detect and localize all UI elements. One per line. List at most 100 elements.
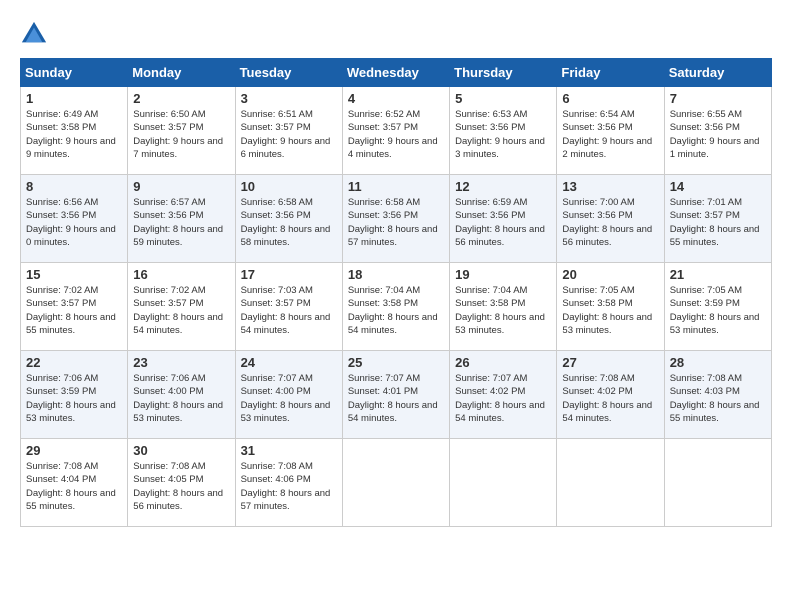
calendar-day-cell: 17 Sunrise: 7:03 AM Sunset: 3:57 PM Dayl…: [235, 263, 342, 351]
day-info: Sunrise: 7:02 AM Sunset: 3:57 PM Dayligh…: [133, 284, 229, 337]
calendar-day-cell: 24 Sunrise: 7:07 AM Sunset: 4:00 PM Dayl…: [235, 351, 342, 439]
day-number: 14: [670, 179, 766, 194]
weekday-header: Wednesday: [342, 59, 449, 87]
calendar-day-cell: 15 Sunrise: 7:02 AM Sunset: 3:57 PM Dayl…: [21, 263, 128, 351]
day-info: Sunrise: 6:52 AM Sunset: 3:57 PM Dayligh…: [348, 108, 444, 161]
day-number: 27: [562, 355, 658, 370]
day-info: Sunrise: 6:57 AM Sunset: 3:56 PM Dayligh…: [133, 196, 229, 249]
day-number: 31: [241, 443, 337, 458]
day-number: 3: [241, 91, 337, 106]
day-number: 30: [133, 443, 229, 458]
day-number: 6: [562, 91, 658, 106]
weekday-header: Monday: [128, 59, 235, 87]
day-info: Sunrise: 6:55 AM Sunset: 3:56 PM Dayligh…: [670, 108, 766, 161]
weekday-header: Tuesday: [235, 59, 342, 87]
calendar-week-row: 8 Sunrise: 6:56 AM Sunset: 3:56 PM Dayli…: [21, 175, 772, 263]
calendar-day-cell: [664, 439, 771, 527]
calendar-day-cell: 14 Sunrise: 7:01 AM Sunset: 3:57 PM Dayl…: [664, 175, 771, 263]
day-number: 25: [348, 355, 444, 370]
calendar-day-cell: 20 Sunrise: 7:05 AM Sunset: 3:58 PM Dayl…: [557, 263, 664, 351]
calendar-day-cell: 22 Sunrise: 7:06 AM Sunset: 3:59 PM Dayl…: [21, 351, 128, 439]
day-number: 17: [241, 267, 337, 282]
day-info: Sunrise: 7:07 AM Sunset: 4:01 PM Dayligh…: [348, 372, 444, 425]
calendar-week-row: 1 Sunrise: 6:49 AM Sunset: 3:58 PM Dayli…: [21, 87, 772, 175]
day-number: 9: [133, 179, 229, 194]
day-info: Sunrise: 6:51 AM Sunset: 3:57 PM Dayligh…: [241, 108, 337, 161]
calendar-table: SundayMondayTuesdayWednesdayThursdayFrid…: [20, 58, 772, 527]
day-info: Sunrise: 6:54 AM Sunset: 3:56 PM Dayligh…: [562, 108, 658, 161]
day-number: 26: [455, 355, 551, 370]
calendar-day-cell: 2 Sunrise: 6:50 AM Sunset: 3:57 PM Dayli…: [128, 87, 235, 175]
day-number: 7: [670, 91, 766, 106]
calendar-day-cell: 11 Sunrise: 6:58 AM Sunset: 3:56 PM Dayl…: [342, 175, 449, 263]
day-number: 10: [241, 179, 337, 194]
day-info: Sunrise: 7:08 AM Sunset: 4:02 PM Dayligh…: [562, 372, 658, 425]
day-number: 13: [562, 179, 658, 194]
calendar-day-cell: 25 Sunrise: 7:07 AM Sunset: 4:01 PM Dayl…: [342, 351, 449, 439]
calendar-day-cell: 19 Sunrise: 7:04 AM Sunset: 3:58 PM Dayl…: [450, 263, 557, 351]
calendar-day-cell: 28 Sunrise: 7:08 AM Sunset: 4:03 PM Dayl…: [664, 351, 771, 439]
day-number: 15: [26, 267, 122, 282]
logo-icon: [20, 20, 48, 48]
day-number: 23: [133, 355, 229, 370]
day-info: Sunrise: 7:04 AM Sunset: 3:58 PM Dayligh…: [455, 284, 551, 337]
calendar-day-cell: 7 Sunrise: 6:55 AM Sunset: 3:56 PM Dayli…: [664, 87, 771, 175]
calendar-week-row: 22 Sunrise: 7:06 AM Sunset: 3:59 PM Dayl…: [21, 351, 772, 439]
day-number: 5: [455, 91, 551, 106]
day-info: Sunrise: 7:08 AM Sunset: 4:05 PM Dayligh…: [133, 460, 229, 513]
calendar-header-row: SundayMondayTuesdayWednesdayThursdayFrid…: [21, 59, 772, 87]
calendar-day-cell: 30 Sunrise: 7:08 AM Sunset: 4:05 PM Dayl…: [128, 439, 235, 527]
day-number: 1: [26, 91, 122, 106]
day-info: Sunrise: 7:08 AM Sunset: 4:06 PM Dayligh…: [241, 460, 337, 513]
day-info: Sunrise: 7:05 AM Sunset: 3:59 PM Dayligh…: [670, 284, 766, 337]
logo: [20, 20, 52, 48]
calendar-week-row: 29 Sunrise: 7:08 AM Sunset: 4:04 PM Dayl…: [21, 439, 772, 527]
day-info: Sunrise: 7:07 AM Sunset: 4:00 PM Dayligh…: [241, 372, 337, 425]
calendar-day-cell: 31 Sunrise: 7:08 AM Sunset: 4:06 PM Dayl…: [235, 439, 342, 527]
day-info: Sunrise: 6:59 AM Sunset: 3:56 PM Dayligh…: [455, 196, 551, 249]
calendar-day-cell: 27 Sunrise: 7:08 AM Sunset: 4:02 PM Dayl…: [557, 351, 664, 439]
day-info: Sunrise: 7:04 AM Sunset: 3:58 PM Dayligh…: [348, 284, 444, 337]
calendar-day-cell: 13 Sunrise: 7:00 AM Sunset: 3:56 PM Dayl…: [557, 175, 664, 263]
day-info: Sunrise: 6:53 AM Sunset: 3:56 PM Dayligh…: [455, 108, 551, 161]
day-number: 18: [348, 267, 444, 282]
day-info: Sunrise: 6:50 AM Sunset: 3:57 PM Dayligh…: [133, 108, 229, 161]
calendar-day-cell: 6 Sunrise: 6:54 AM Sunset: 3:56 PM Dayli…: [557, 87, 664, 175]
calendar-day-cell: 21 Sunrise: 7:05 AM Sunset: 3:59 PM Dayl…: [664, 263, 771, 351]
calendar-day-cell: [450, 439, 557, 527]
calendar-day-cell: 29 Sunrise: 7:08 AM Sunset: 4:04 PM Dayl…: [21, 439, 128, 527]
day-number: 19: [455, 267, 551, 282]
calendar-week-row: 15 Sunrise: 7:02 AM Sunset: 3:57 PM Dayl…: [21, 263, 772, 351]
calendar-day-cell: 1 Sunrise: 6:49 AM Sunset: 3:58 PM Dayli…: [21, 87, 128, 175]
day-info: Sunrise: 6:49 AM Sunset: 3:58 PM Dayligh…: [26, 108, 122, 161]
day-info: Sunrise: 6:58 AM Sunset: 3:56 PM Dayligh…: [241, 196, 337, 249]
day-number: 28: [670, 355, 766, 370]
day-number: 29: [26, 443, 122, 458]
calendar-day-cell: 10 Sunrise: 6:58 AM Sunset: 3:56 PM Dayl…: [235, 175, 342, 263]
day-info: Sunrise: 7:06 AM Sunset: 3:59 PM Dayligh…: [26, 372, 122, 425]
day-info: Sunrise: 7:07 AM Sunset: 4:02 PM Dayligh…: [455, 372, 551, 425]
day-info: Sunrise: 7:05 AM Sunset: 3:58 PM Dayligh…: [562, 284, 658, 337]
day-number: 12: [455, 179, 551, 194]
day-info: Sunrise: 7:08 AM Sunset: 4:04 PM Dayligh…: [26, 460, 122, 513]
day-info: Sunrise: 7:06 AM Sunset: 4:00 PM Dayligh…: [133, 372, 229, 425]
day-info: Sunrise: 6:56 AM Sunset: 3:56 PM Dayligh…: [26, 196, 122, 249]
calendar-day-cell: 12 Sunrise: 6:59 AM Sunset: 3:56 PM Dayl…: [450, 175, 557, 263]
day-number: 20: [562, 267, 658, 282]
day-info: Sunrise: 7:00 AM Sunset: 3:56 PM Dayligh…: [562, 196, 658, 249]
calendar-day-cell: 5 Sunrise: 6:53 AM Sunset: 3:56 PM Dayli…: [450, 87, 557, 175]
calendar-day-cell: [342, 439, 449, 527]
day-number: 11: [348, 179, 444, 194]
day-number: 22: [26, 355, 122, 370]
day-info: Sunrise: 7:02 AM Sunset: 3:57 PM Dayligh…: [26, 284, 122, 337]
calendar-day-cell: 16 Sunrise: 7:02 AM Sunset: 3:57 PM Dayl…: [128, 263, 235, 351]
calendar-day-cell: 8 Sunrise: 6:56 AM Sunset: 3:56 PM Dayli…: [21, 175, 128, 263]
day-info: Sunrise: 7:08 AM Sunset: 4:03 PM Dayligh…: [670, 372, 766, 425]
calendar-day-cell: 23 Sunrise: 7:06 AM Sunset: 4:00 PM Dayl…: [128, 351, 235, 439]
day-number: 24: [241, 355, 337, 370]
day-info: Sunrise: 6:58 AM Sunset: 3:56 PM Dayligh…: [348, 196, 444, 249]
day-number: 21: [670, 267, 766, 282]
weekday-header: Friday: [557, 59, 664, 87]
calendar-day-cell: 3 Sunrise: 6:51 AM Sunset: 3:57 PM Dayli…: [235, 87, 342, 175]
calendar-day-cell: 4 Sunrise: 6:52 AM Sunset: 3:57 PM Dayli…: [342, 87, 449, 175]
